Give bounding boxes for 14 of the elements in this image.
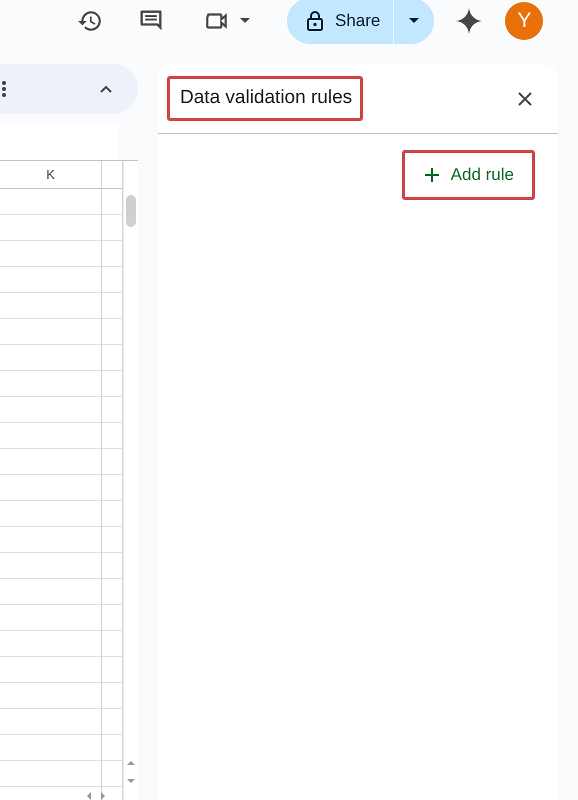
sparkle-icon[interactable] (456, 8, 482, 34)
scrollbar-thumb[interactable] (126, 195, 136, 227)
chevron-up-icon[interactable] (100, 85, 112, 93)
panel-title: Data validation rules (167, 76, 364, 121)
close-icon[interactable] (518, 92, 532, 106)
scroll-down-icon[interactable] (127, 778, 136, 784)
plus-icon (424, 168, 439, 182)
scroll-left-icon[interactable] (86, 792, 92, 800)
scroll-up-icon[interactable] (127, 760, 136, 766)
caret-icon (409, 18, 420, 24)
more-vertical-icon[interactable] (2, 81, 6, 97)
add-rule-button[interactable]: Add rule (402, 150, 535, 200)
caret-icon[interactable] (240, 18, 250, 24)
lock-icon (307, 11, 323, 31)
